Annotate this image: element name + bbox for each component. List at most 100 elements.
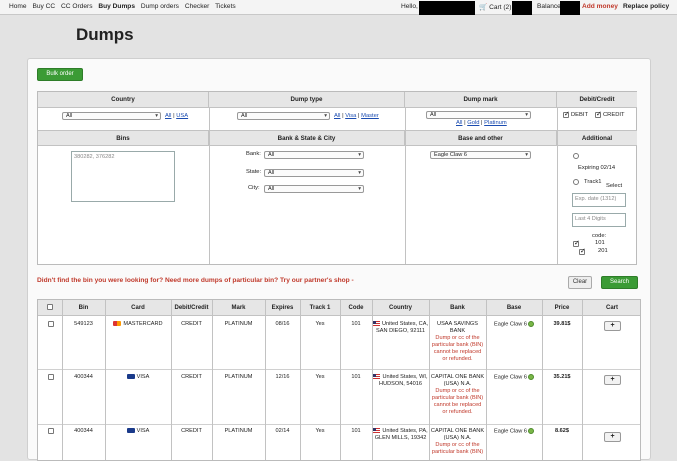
visa-icon	[126, 374, 135, 380]
row-country-line1: United States, CA,	[381, 321, 428, 327]
visa-icon	[126, 428, 135, 434]
country-select[interactable]: All	[62, 112, 161, 120]
credit-checkbox[interactable]	[595, 110, 602, 118]
last4-input[interactable]: Last 4 Digits	[572, 213, 626, 227]
select-all-checkbox[interactable]	[47, 304, 53, 310]
row-bank-note: Dump or cc of the	[435, 442, 480, 448]
row-card: VISA	[105, 428, 171, 434]
header-bank: Bank	[429, 300, 486, 316]
bank-select[interactable]: All	[264, 151, 364, 159]
add-to-cart-button[interactable]: +	[604, 432, 621, 442]
replace-policy-link[interactable]: Replace policy	[623, 3, 669, 10]
header-cart: Cart	[582, 300, 640, 316]
row-checkbox[interactable]	[48, 428, 54, 434]
add-money-link[interactable]: Add money	[582, 3, 618, 10]
row-type: CREDIT	[181, 321, 202, 327]
clear-button[interactable]: Clear	[568, 276, 592, 289]
dump-type-visa-link[interactable]: Visa	[345, 113, 356, 119]
us-flag-icon	[372, 321, 380, 327]
col-divider	[212, 300, 213, 460]
code-101-checkbox[interactable]	[573, 239, 580, 247]
page-title: Dumps	[76, 25, 134, 44]
col-divider	[542, 300, 543, 460]
dump-mark-select[interactable]: All	[426, 111, 531, 119]
col-divider	[171, 300, 172, 460]
header-country: Country	[372, 300, 429, 316]
nav-checker[interactable]: Checker	[185, 3, 210, 10]
header-price: Price	[542, 300, 582, 316]
row-base: Eagle Claw 6	[486, 321, 542, 327]
country-all-link[interactable]: All	[165, 113, 171, 119]
dump-type-all-link[interactable]: All	[334, 113, 340, 119]
us-flag-icon	[373, 428, 381, 434]
row-code: 101	[351, 428, 361, 434]
dump-type-select[interactable]: All	[237, 112, 330, 120]
row-card-label: VISA	[136, 374, 150, 380]
bank-label: Bank:	[246, 151, 261, 157]
city-select[interactable]: All	[264, 185, 364, 193]
col-divider	[557, 108, 558, 264]
add-to-cart-button[interactable]: +	[604, 375, 621, 385]
row-country-line1: United States, WI,	[382, 374, 428, 380]
nav-buy-cc[interactable]: Buy CC	[32, 3, 55, 10]
debit-label: DEBIT	[571, 112, 589, 118]
city-label: City:	[248, 185, 260, 191]
top-navbar: Home Buy CC CC Orders Buy Dumps Dump ord…	[0, 0, 677, 15]
header-expires: Expires	[265, 300, 300, 316]
row-bank-note: cannot be replaced	[433, 349, 482, 355]
row-checkbox[interactable]	[48, 321, 54, 327]
add-to-cart-button[interactable]: +	[604, 321, 621, 331]
header-base: Base	[486, 300, 542, 316]
col-divider	[429, 300, 430, 460]
row-mark: PLATINUM	[224, 374, 253, 380]
row-card-label: VISA	[136, 428, 150, 434]
row-track1: Yes	[315, 428, 325, 434]
debit-checkbox[interactable]	[563, 110, 570, 118]
us-flag-icon	[373, 374, 381, 380]
cart-count: Cart (2)	[489, 4, 512, 11]
dump-mark-gold-link[interactable]: Gold	[467, 120, 479, 126]
exp-date-input[interactable]: Exp. date (1312)	[572, 193, 626, 207]
col-divider	[486, 300, 487, 460]
row-bank-note: or refunded.	[442, 409, 473, 415]
row-base: Eagle Claw 6	[486, 428, 542, 434]
search-button[interactable]: Search	[601, 276, 638, 289]
balance-label: Balance	[537, 3, 561, 10]
cart-link[interactable]: 🛒 Cart (2)	[479, 3, 511, 11]
header-bank-state-city: Bank & State & City	[209, 130, 405, 146]
header-track1: Track 1	[300, 300, 340, 316]
row-checkbox[interactable]	[48, 374, 54, 380]
row-country-line2: SAN DIEGO, 92111	[376, 328, 425, 334]
row-country-line2: GLEN MILLS, 19342	[374, 435, 427, 441]
row-price: 35.21$	[553, 374, 571, 380]
nav-home[interactable]: Home	[9, 3, 27, 10]
state-select[interactable]: All	[264, 169, 364, 177]
mastercard-icon	[113, 321, 122, 327]
results-table: Bin Card Debit/Credit Mark Expires Track…	[37, 299, 641, 461]
row-bin: 400344	[74, 374, 93, 380]
expiring-label: Expiring 02/14	[578, 165, 616, 171]
bulk-order-button[interactable]: Bulk order	[37, 68, 83, 81]
nav-tickets[interactable]: Tickets	[215, 3, 236, 10]
dump-mark-platinum-link[interactable]: Platinum	[484, 120, 507, 126]
row-card-label: MASTERCARD	[123, 321, 163, 327]
col-divider	[582, 300, 583, 460]
base-select[interactable]: Eagle Claw 6	[430, 151, 531, 159]
row-code: 101	[351, 374, 361, 380]
row-base-label: Eagle Claw 6	[494, 428, 527, 435]
row-bank-name2: (USA) N.A.	[443, 381, 472, 387]
row-base: Eagle Claw 6	[486, 374, 542, 380]
bins-textarea[interactable]: 380282, 376282	[71, 151, 175, 202]
dump-type-master-link[interactable]: Master	[361, 113, 379, 119]
row-country: United States, WI, HUDSON, 54016	[372, 374, 429, 388]
nav-buy-dumps[interactable]: Buy Dumps	[98, 3, 135, 10]
code-201-checkbox[interactable]	[579, 247, 586, 255]
nav-dump-orders[interactable]: Dump orders	[141, 3, 179, 10]
nav-cc-orders[interactable]: CC Orders	[61, 3, 93, 10]
dump-mark-all-link[interactable]: All	[456, 120, 462, 126]
track1-radio[interactable]	[573, 179, 579, 185]
expiring-radio[interactable]	[573, 153, 579, 159]
country-usa-link[interactable]: USA	[176, 113, 188, 119]
state-label: State:	[246, 169, 262, 175]
row-bank-note: or refunded.	[442, 356, 473, 362]
